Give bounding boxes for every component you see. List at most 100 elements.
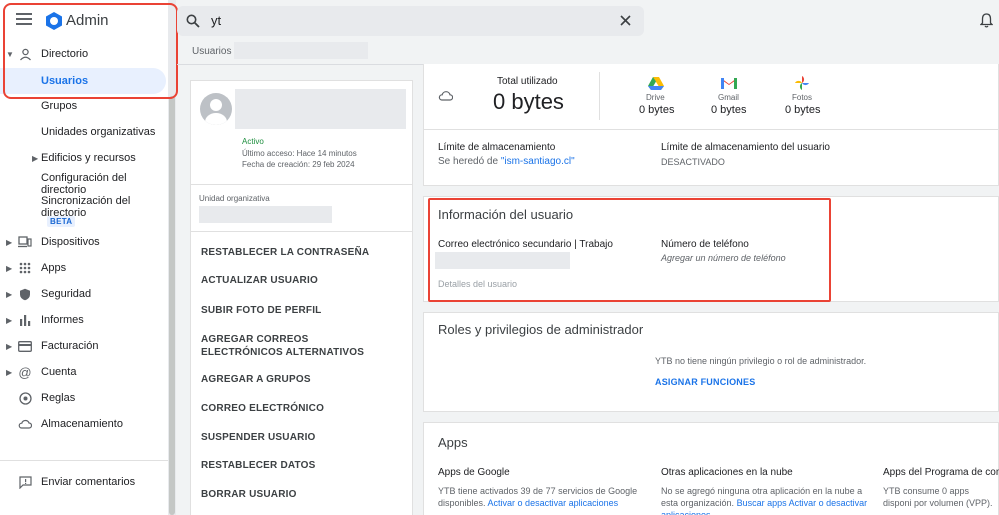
search-input[interactable]: yt [211, 13, 221, 28]
photos-usage: 0 bytes [785, 104, 821, 116]
shield-icon [18, 287, 32, 301]
storage-limit-inherited: Se heredó de "ism-santiago.cl" [438, 156, 575, 167]
inherited-prefix: Se heredó de [438, 156, 501, 167]
credit-card-icon [18, 339, 32, 353]
org-unit-value-redacted [199, 206, 332, 223]
avatar [200, 93, 232, 125]
divider [190, 184, 413, 185]
storage-limit-title: Límite de almacenamiento [438, 142, 556, 153]
sidebar-item-label: Dispositivos [41, 236, 100, 248]
cloud-apps-text: No se agregó ninguna otra aplicación en … [661, 485, 873, 515]
photos-icon [795, 76, 809, 90]
sidebar-item-apps[interactable]: ▶ Apps [0, 256, 168, 280]
sidebar-item-dispositivos[interactable]: ▶ Dispositivos [0, 230, 168, 254]
drive-usage: 0 bytes [639, 104, 675, 116]
creation-date-text: Fecha de creación: 29 feb 2024 [242, 160, 355, 169]
cloud-icon [438, 91, 453, 101]
divider [423, 129, 999, 130]
gmail-icon [721, 77, 737, 89]
total-used-value: 0 bytes [493, 89, 564, 114]
photos-label: Fotos [792, 93, 813, 102]
search-bar[interactable] [177, 6, 644, 36]
delete-user-button[interactable]: BORRAR USUARIO [201, 488, 371, 501]
gmail-label: Gmail [718, 93, 739, 102]
sidebar-item-cuenta[interactable]: ▶ @ Cuenta [0, 360, 168, 384]
roles-message: YTB no tiene ningún privilegio o rol de … [655, 356, 867, 366]
toggle-google-apps-link[interactable]: Activar o desactivar aplicaciones [488, 498, 619, 508]
sidebar-item-label: Reglas [41, 392, 76, 404]
sidebar-item-label: Cuenta [41, 366, 77, 378]
annotation-highlight-sidebar [3, 3, 178, 99]
annotation-highlight-user-info [428, 198, 831, 302]
cloud-apps-title: Otras aplicaciones en la nube [661, 467, 793, 478]
sidebar-item-label: Enviar comentarios [41, 476, 136, 488]
sidebar-item-facturacion[interactable]: ▶ Facturación [0, 334, 168, 358]
org-unit-label: Unidad organizativa [199, 194, 270, 203]
sidebar-item-label: Informes [41, 314, 84, 326]
sidebar-item-informes[interactable]: ▶ Informes [0, 308, 168, 332]
user-profile-card [190, 80, 413, 515]
caret-right-icon: ▶ [6, 367, 13, 377]
drive-label: Drive [646, 93, 665, 102]
sidebar-item-reglas[interactable]: Reglas [0, 386, 168, 410]
caret-right-icon: ▶ [6, 237, 13, 247]
sidebar-item-unidades-organizativas[interactable]: Unidades organizativas [0, 120, 168, 144]
at-sign-icon: @ [18, 364, 32, 380]
reset-password-button[interactable]: RESTABLECER LA CONTRASEÑA [201, 246, 371, 259]
close-icon[interactable] [620, 15, 631, 26]
vpp-apps-title: Apps del Programa de comp [883, 467, 999, 478]
sidebar-item-edificios[interactable]: ▶ Edificios y recursos [0, 146, 168, 170]
google-apps-text: YTB tiene activados 39 de 77 servicios d… [438, 485, 648, 509]
email-button[interactable]: CORREO ELECTRÓNICO [201, 402, 371, 415]
divider [599, 72, 600, 120]
inherited-org-link[interactable]: "ism-santiago.cl" [501, 156, 575, 167]
apps-title: Apps [438, 435, 468, 450]
search-icon[interactable] [186, 14, 200, 28]
suspend-user-button[interactable]: SUSPENDER USUARIO [201, 431, 371, 444]
feedback-icon [18, 475, 32, 489]
sidebar-item-label: Configuración del directorio [41, 172, 127, 196]
sidebar-item-label: Edificios y recursos [41, 152, 136, 164]
google-apps-title: Apps de Google [438, 467, 510, 478]
add-alternate-emails-button[interactable]: AGREGAR CORREOS ELECTRÓNICOS ALTERNATIVO… [201, 333, 371, 359]
sidebar-item-almacenamiento[interactable]: Almacenamiento [0, 412, 168, 436]
apps-grid-icon [18, 261, 32, 275]
sidebar-item-configuracion-directorio[interactable]: Configuración del directorio [0, 172, 168, 196]
sidebar-item-sincronizacion[interactable]: Sincronización del directorio [0, 195, 168, 219]
user-storage-limit-title: Límite de almacenamiento del usuario [661, 142, 830, 153]
last-access-text: Último acceso: Hace 14 minutos [242, 149, 357, 158]
beta-badge: BETA [47, 216, 76, 227]
devices-icon [18, 235, 32, 249]
sidebar-item-label: Facturación [41, 340, 99, 352]
assign-roles-button[interactable]: ASIGNAR FUNCIONES [655, 377, 755, 387]
sidebar-item-label: Almacenamiento [41, 418, 123, 430]
notifications-bell-icon[interactable] [980, 13, 993, 28]
roles-title: Roles y privilegios de administrador [438, 322, 644, 337]
sidebar-item-seguridad[interactable]: ▶ Seguridad [0, 282, 168, 306]
caret-right-icon: ▶ [6, 341, 13, 351]
vpp-apps-text: YTB consume 0 apps disponi por volumen (… [883, 486, 993, 508]
caret-right-icon: ▶ [6, 289, 13, 299]
sidebar-scrollbar-thumb[interactable] [169, 96, 175, 515]
add-to-groups-button[interactable]: AGREGAR A GRUPOS [201, 373, 371, 386]
user-storage-limit-value: DESACTIVADO [661, 157, 725, 167]
breadcrumb-usuarios[interactable]: Usuarios [192, 46, 231, 57]
status-badge: Activo [242, 137, 264, 146]
user-name-redacted [235, 89, 406, 129]
find-apps-link[interactable]: Buscar apps [737, 498, 787, 508]
caret-right-icon: ▶ [6, 263, 13, 273]
upload-profile-photo-button[interactable]: SUBIR FOTO DE PERFIL [201, 304, 371, 317]
cloud-icon [18, 417, 32, 431]
total-used-label: Total utilizado [497, 76, 558, 87]
sidebar-item-label: Unidades organizativas [41, 126, 156, 138]
caret-right-icon: ▶ [6, 315, 13, 325]
sidebar-divider [0, 460, 168, 461]
sidebar-item-label: Grupos [41, 100, 78, 112]
send-feedback-button[interactable]: Enviar comentarios [0, 470, 168, 494]
reset-data-button[interactable]: RESTABLECER DATOS [201, 459, 371, 472]
divider [190, 231, 413, 232]
bar-chart-icon [18, 313, 32, 327]
update-user-button[interactable]: ACTUALIZAR USUARIO [201, 274, 371, 287]
sidebar-item-label: Apps [41, 262, 67, 274]
drive-icon [648, 77, 664, 90]
